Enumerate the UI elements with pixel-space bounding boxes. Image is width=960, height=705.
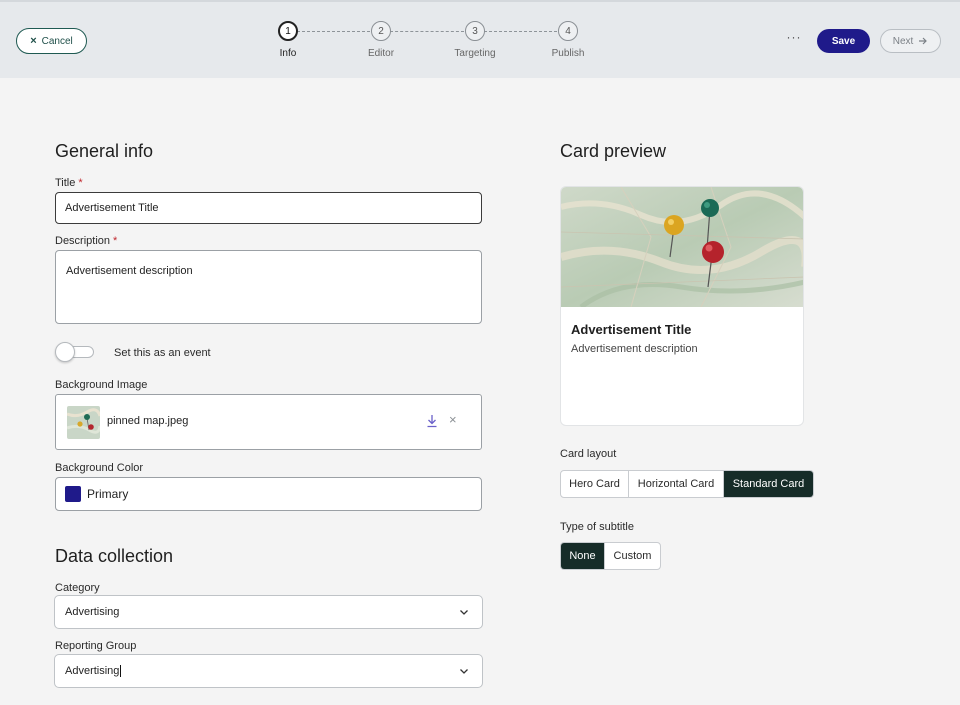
background-image-label: Background Image: [55, 379, 148, 391]
title-input[interactable]: Advertisement Title: [55, 192, 482, 224]
next-button[interactable]: Next: [880, 29, 941, 53]
required-mark: *: [78, 177, 83, 189]
step-targeting[interactable]: 3 Targeting: [445, 21, 505, 59]
arrow-right-icon: [919, 37, 928, 45]
next-button-label: Next: [892, 35, 914, 47]
step-number: 3: [465, 21, 485, 41]
toggle-knob: [55, 342, 75, 362]
progress-stepper: 1 Info 2 Editor 3 Targeting 4 Publish: [0, 2, 960, 80]
download-icon[interactable]: [426, 414, 438, 428]
card-title: Advertisement Title: [571, 322, 692, 337]
step-number: 2: [371, 21, 391, 41]
card-layout-standard[interactable]: Standard Card: [724, 471, 813, 497]
step-publish[interactable]: 4 Publish: [538, 21, 598, 59]
data-collection-heading: Data collection: [55, 546, 174, 566]
background-color-select[interactable]: Primary: [55, 477, 482, 511]
file-name: pinned map.jpeg: [107, 415, 189, 427]
reporting-group-select[interactable]: Advertising: [54, 654, 483, 688]
chevron-down-icon: [460, 610, 468, 615]
card-layout-horizontal[interactable]: Horizontal Card: [629, 471, 724, 497]
card-layout-label: Card layout: [560, 448, 617, 460]
step-info[interactable]: 1 Info: [258, 21, 318, 59]
color-swatch: [65, 486, 81, 502]
event-toggle-label: Set this as an event: [114, 347, 211, 359]
step-number: 4: [558, 21, 578, 41]
description-label-text: Description: [55, 235, 111, 247]
subtitle-type-custom[interactable]: Custom: [605, 543, 660, 569]
chevron-down-icon: [460, 669, 468, 674]
text-cursor: [120, 665, 122, 677]
subtitle-type-none[interactable]: None: [561, 543, 605, 569]
step-number: 1: [278, 21, 298, 41]
image-thumbnail: [67, 406, 100, 439]
preview-card: Advertisement Title Advertisement descri…: [560, 186, 804, 426]
reporting-group-label: Reporting Group: [55, 640, 137, 652]
step-label: Editor: [367, 48, 395, 59]
remove-file-icon[interactable]: ×: [449, 413, 457, 427]
step-editor[interactable]: 2 Editor: [351, 21, 411, 59]
description-textarea[interactable]: Advertisement description: [55, 250, 482, 324]
category-label: Category: [55, 582, 100, 594]
title-label-text: Title: [55, 177, 76, 189]
description-label: Description *: [55, 235, 117, 247]
reporting-group-value: Advertising: [65, 665, 120, 677]
required-mark: *: [113, 235, 118, 247]
step-label: Info: [279, 48, 297, 59]
subtitle-type-selector: None Custom: [560, 542, 661, 570]
save-button[interactable]: Save: [817, 29, 870, 53]
title-label: Title *: [55, 177, 83, 189]
step-label: Publish: [551, 48, 585, 59]
background-color-value: Primary: [87, 487, 129, 501]
step-label: Targeting: [454, 48, 496, 59]
top-bar: × Cancel 1 Info 2 Editor 3 Targeting 4 P…: [0, 0, 960, 78]
general-info-heading: General info: [55, 141, 154, 161]
card-layout-selector: Hero Card Horizontal Card Standard Card: [560, 470, 814, 498]
subtitle-type-label: Type of subtitle: [560, 521, 634, 533]
event-toggle[interactable]: [55, 342, 95, 362]
background-image-upload[interactable]: pinned map.jpeg ×: [55, 394, 482, 450]
card-preview-heading: Card preview: [560, 141, 667, 161]
card-layout-hero[interactable]: Hero Card: [561, 471, 629, 497]
card-image: [561, 187, 803, 307]
card-description: Advertisement description: [571, 343, 698, 355]
background-color-label: Background Color: [55, 462, 144, 474]
more-options-icon[interactable]: ···: [784, 31, 804, 48]
category-value: Advertising: [65, 606, 120, 618]
category-select[interactable]: Advertising: [54, 595, 483, 629]
